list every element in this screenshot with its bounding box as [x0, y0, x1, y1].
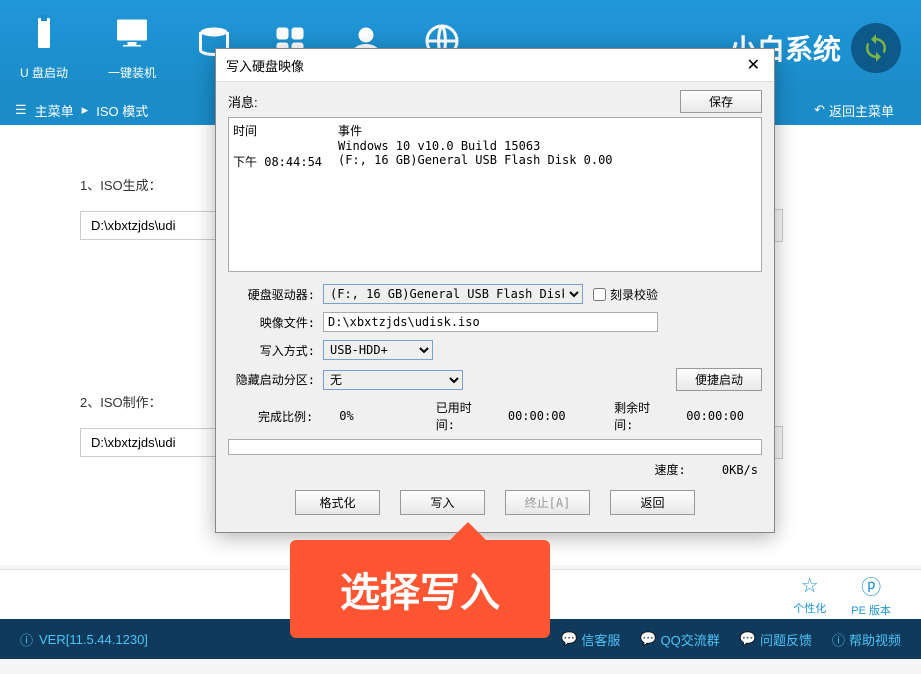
write-mode-label: 写入方式: [228, 342, 323, 359]
breadcrumb-sep: ▸ [82, 102, 89, 118]
breadcrumb-main[interactable]: 主菜单 [35, 101, 74, 120]
personalize-link[interactable]: ☆ 个性化 [793, 573, 826, 616]
star-icon: ☆ [801, 573, 819, 598]
dialog-titlebar: 写入硬盘映像 ✕ [216, 49, 774, 82]
back-main-button[interactable]: ↶ 返回主菜单 [802, 97, 906, 124]
qq-link[interactable]: 💬 QQ交流群 [640, 630, 719, 649]
nav-usb-boot[interactable]: U 盘启动 [20, 15, 68, 81]
stop-button[interactable]: 终止[A] [505, 490, 590, 515]
info-icon: ⓘ [20, 630, 33, 649]
write-button[interactable]: 写入 [400, 490, 485, 515]
log-time: 下午 08:44:54 [233, 153, 338, 170]
elapsed-label: 已用时间: [436, 399, 490, 433]
disk-drive-label: 硬盘驱动器: [228, 286, 323, 303]
refresh-icon[interactable] [851, 23, 901, 73]
log-header-event: 事件 [338, 122, 362, 139]
log-event: (F:, 16 GB)General USB Flash Disk 0.00 [338, 153, 613, 170]
version-info: ⓘ VER[11.5.44.1230] [20, 630, 148, 649]
nav-label: 一键装机 [108, 64, 156, 81]
disk-drive-select[interactable]: (F:, 16 GB)General USB Flash Disk 0.00 [323, 284, 583, 304]
write-mode-select[interactable]: USB-HDD+ [323, 340, 433, 360]
verify-checkbox[interactable] [593, 288, 606, 301]
weixin-link[interactable]: 💬 信客服 [561, 630, 620, 649]
nav-label: U 盘启动 [20, 64, 68, 81]
log-box[interactable]: 时间 事件 Windows 10 v10.0 Build 15063 下午 08… [228, 117, 762, 272]
log-time [233, 139, 338, 153]
close-icon[interactable]: ✕ [743, 55, 764, 75]
speed-label: 速度: [655, 463, 686, 477]
image-file-label: 映像文件: [228, 314, 323, 331]
format-button[interactable]: 格式化 [295, 490, 380, 515]
back-main-label: 返回主菜单 [829, 101, 894, 120]
callout-arrow-icon [450, 522, 486, 540]
weixin-label: 信客服 [581, 630, 620, 649]
callout-text: 选择写入 [340, 571, 500, 615]
return-button[interactable]: 返回 [610, 490, 695, 515]
log-header-time: 时间 [233, 122, 338, 139]
callout-annotation: 选择写入 [290, 540, 550, 638]
hidden-label: 隐藏启动分区: [228, 371, 323, 388]
save-button[interactable]: 保存 [680, 90, 762, 113]
back-arrow-icon: ↶ [814, 102, 825, 118]
nav-oneclick[interactable]: 一键装机 [108, 15, 156, 81]
list-icon: ☰ [15, 102, 27, 118]
progress-value: 0% [339, 409, 417, 423]
progress-bar [228, 439, 762, 455]
verify-text: 刻录校验 [610, 286, 658, 303]
feedback-label: 问题反馈 [760, 630, 812, 649]
personalize-label: 个性化 [793, 600, 826, 616]
image-file-input[interactable] [323, 312, 658, 332]
feedback-link[interactable]: 💬 问题反馈 [740, 630, 812, 649]
monitor-icon [114, 15, 150, 59]
help-link[interactable]: ⓘ 帮助视频 [832, 630, 901, 649]
dialog-title: 写入硬盘映像 [226, 56, 304, 75]
breadcrumb-mode: ISO 模式 [96, 101, 148, 120]
progress-label: 完成比例: [228, 408, 321, 425]
speed-value: 0KB/s [722, 463, 758, 477]
qq-icon: 💬 [640, 631, 656, 647]
usb-icon [26, 15, 62, 59]
feedback-icon: 💬 [740, 631, 756, 647]
verify-checkbox-label[interactable]: 刻录校验 [593, 286, 658, 303]
qq-label: QQ交流群 [661, 630, 720, 649]
hidden-select[interactable]: 无 [323, 370, 463, 390]
pe-label: PE 版本 [851, 602, 891, 618]
write-disk-image-dialog: 写入硬盘映像 ✕ 消息: 保存 时间 事件 Windows 10 v10.0 B… [215, 48, 775, 533]
quick-boot-button[interactable]: 便捷启动 [676, 368, 762, 391]
remaining-value: 00:00:00 [686, 409, 744, 423]
remaining-label: 剩余时间: [614, 399, 668, 433]
log-row: Windows 10 v10.0 Build 15063 [233, 139, 757, 153]
pe-version-link[interactable]: ⓟ PE 版本 [851, 571, 891, 618]
help-icon: ⓘ [832, 630, 845, 649]
log-row: 下午 08:44:54 (F:, 16 GB)General USB Flash… [233, 153, 757, 170]
help-label: 帮助视频 [849, 630, 901, 649]
pe-icon: ⓟ [861, 571, 881, 600]
version-text: VER[11.5.44.1230] [39, 632, 148, 647]
chat-icon: 💬 [561, 631, 577, 647]
log-event: Windows 10 v10.0 Build 15063 [338, 139, 540, 153]
elapsed-value: 00:00:00 [508, 409, 596, 423]
message-label: 消息: [228, 92, 258, 111]
